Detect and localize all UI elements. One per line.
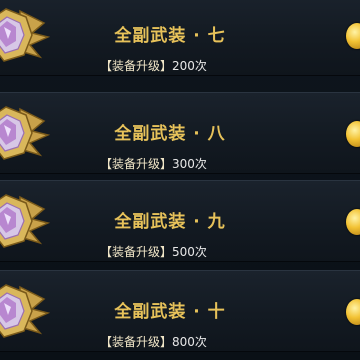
gold-coin-icon[interactable] [346, 23, 360, 49]
achievement-row[interactable]: 全副武装 · 九 【装备升级】500次 [0, 180, 360, 262]
achievement-row[interactable]: 全副武装 · 八 【装备升级】300次 [0, 92, 360, 174]
gold-coin-icon[interactable] [346, 299, 360, 325]
achievement-requirement: 【装备升级】200次 [100, 57, 207, 74]
requirement-tag: 【装备升级】 [100, 245, 173, 259]
achievement-title: 全副武装 · 十 [114, 302, 226, 322]
requirement-count: 800次 [172, 335, 207, 349]
winged-gem-badge-icon [0, 284, 50, 338]
achievement-row[interactable]: 全副武装 · 七 【装备升级】200次 [0, 0, 360, 76]
requirement-count: 500次 [172, 245, 207, 259]
winged-gem-badge-icon [0, 8, 50, 62]
requirement-count: 200次 [172, 59, 207, 73]
achievement-list: 全副武装 · 七 【装备升级】200次 全副武装 · 八 【装备升级】300次 … [0, 0, 360, 360]
requirement-tag: 【装备升级】 [100, 157, 173, 171]
achievement-title: 全副武装 · 七 [114, 26, 226, 46]
requirement-count: 300次 [172, 157, 207, 171]
achievement-requirement: 【装备升级】800次 [100, 333, 207, 350]
requirement-tag: 【装备升级】 [100, 59, 173, 73]
achievement-requirement: 【装备升级】300次 [100, 155, 207, 172]
achievement-row[interactable]: 全副武装 · 十 【装备升级】800次 [0, 270, 360, 352]
requirement-tag: 【装备升级】 [100, 335, 173, 349]
winged-gem-badge-icon [0, 194, 50, 248]
achievement-title: 全副武装 · 八 [114, 124, 226, 144]
gold-coin-icon[interactable] [346, 121, 360, 147]
achievement-title: 全副武装 · 九 [114, 212, 226, 232]
gold-coin-icon[interactable] [346, 209, 360, 235]
winged-gem-badge-icon [0, 106, 50, 160]
achievement-requirement: 【装备升级】500次 [100, 243, 207, 260]
